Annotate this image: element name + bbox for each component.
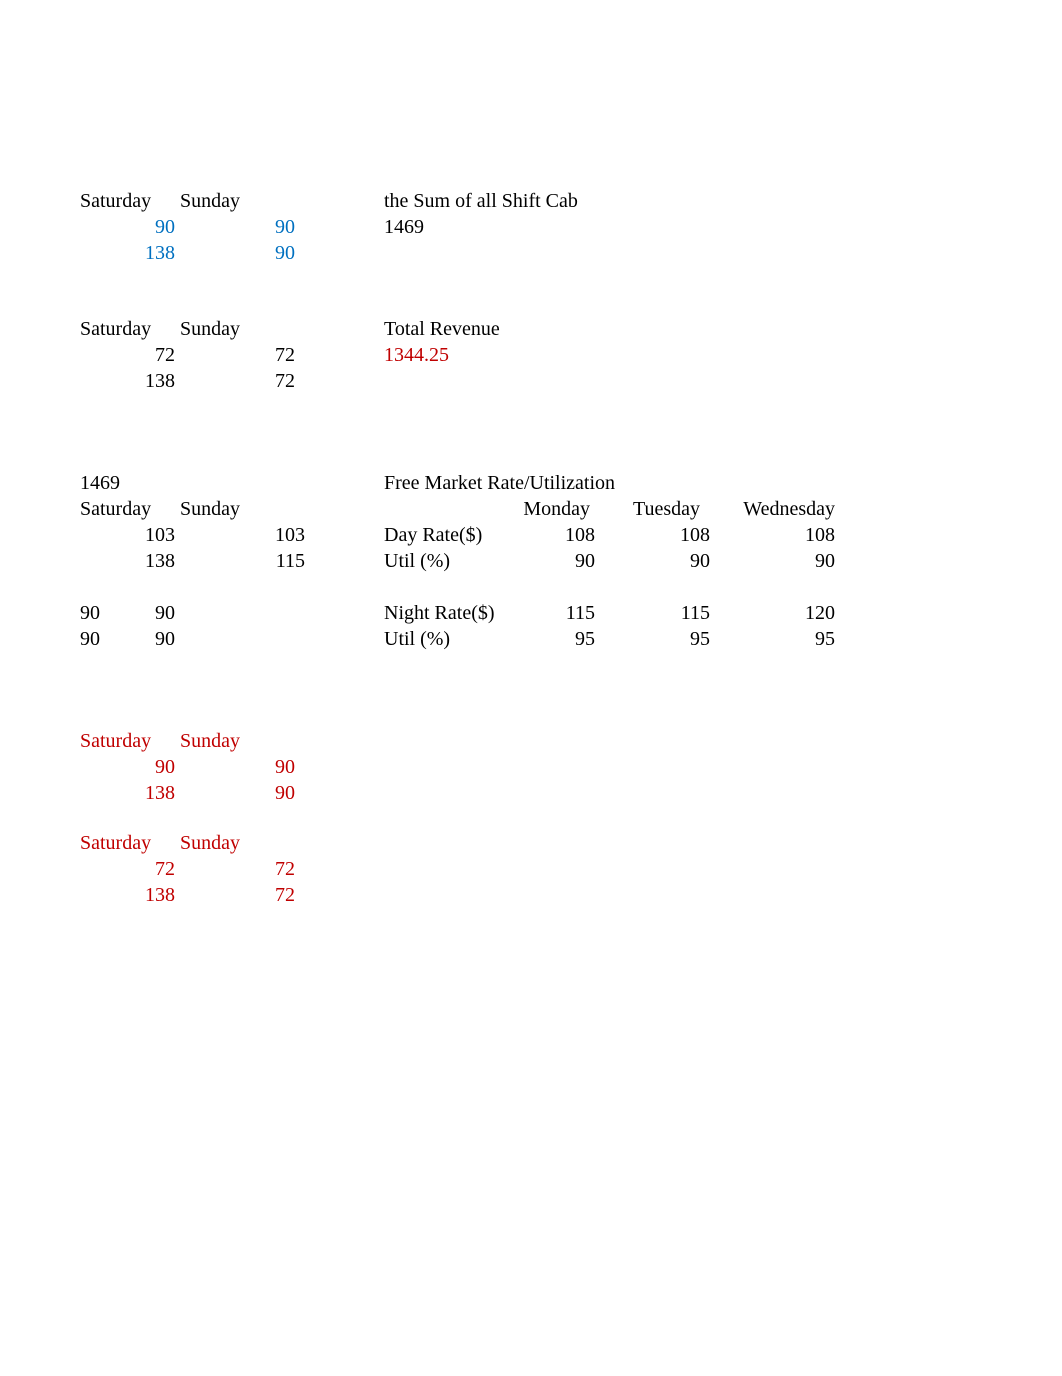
- cell-value: 138: [130, 782, 175, 805]
- cell-value: 90: [540, 550, 595, 573]
- cell-value: 1469: [80, 472, 120, 495]
- cell-value: 90: [780, 550, 835, 573]
- header-saturday: Saturday: [80, 730, 151, 753]
- day-rate-label: Day Rate($): [384, 524, 482, 547]
- cell-value: 90: [80, 602, 100, 625]
- total-revenue-value: 1344.25: [384, 344, 449, 367]
- cell-value: 90: [250, 756, 295, 779]
- cell-value: 115: [250, 550, 305, 573]
- cell-value: 90: [130, 602, 175, 625]
- cell-value: 72: [130, 344, 175, 367]
- cell-value: 90: [250, 782, 295, 805]
- sum-label: the Sum of all Shift Cab: [384, 190, 578, 213]
- cell-value: 90: [80, 628, 100, 651]
- total-revenue-label: Total Revenue: [384, 318, 500, 341]
- util-label: Util (%): [384, 550, 450, 573]
- cell-value: 120: [780, 602, 835, 625]
- header-saturday: Saturday: [80, 832, 151, 855]
- market-title: Free Market Rate/Utilization: [384, 472, 615, 495]
- cell-value: 115: [655, 602, 710, 625]
- header-wednesday: Wednesday: [715, 498, 835, 521]
- header-sunday: Sunday: [180, 730, 240, 753]
- header-saturday: Saturday: [80, 318, 151, 341]
- header-saturday: Saturday: [80, 190, 151, 213]
- cell-value: 72: [250, 370, 295, 393]
- header-sunday: Sunday: [180, 832, 240, 855]
- header-saturday: Saturday: [80, 498, 151, 521]
- cell-value: 138: [130, 884, 175, 907]
- cell-value: 90: [130, 628, 175, 651]
- night-rate-label: Night Rate($): [384, 602, 495, 625]
- cell-value: 72: [250, 344, 295, 367]
- cell-value: 138: [130, 242, 175, 265]
- cell-value: 95: [540, 628, 595, 651]
- cell-value: 108: [540, 524, 595, 547]
- cell-value: 138: [130, 550, 175, 573]
- spreadsheet-page: Saturday Sunday 90 90 138 90 the Sum of …: [0, 0, 1062, 1376]
- cell-value: 95: [655, 628, 710, 651]
- util-label: Util (%): [384, 628, 450, 651]
- cell-value: 115: [540, 602, 595, 625]
- cell-value: 95: [780, 628, 835, 651]
- header-monday: Monday: [490, 498, 590, 521]
- header-sunday: Sunday: [180, 498, 240, 521]
- cell-value: 90: [655, 550, 710, 573]
- cell-value: 90: [250, 216, 295, 239]
- cell-value: 72: [250, 884, 295, 907]
- cell-value: 90: [250, 242, 295, 265]
- cell-value: 138: [130, 370, 175, 393]
- cell-value: 90: [130, 216, 175, 239]
- header-sunday: Sunday: [180, 190, 240, 213]
- cell-value: 90: [130, 756, 175, 779]
- sum-value: 1469: [384, 216, 424, 239]
- cell-value: 108: [780, 524, 835, 547]
- cell-value: 72: [250, 858, 295, 881]
- cell-value: 103: [130, 524, 175, 547]
- cell-value: 108: [655, 524, 710, 547]
- cell-value: 72: [130, 858, 175, 881]
- cell-value: 103: [250, 524, 305, 547]
- header-sunday: Sunday: [180, 318, 240, 341]
- header-tuesday: Tuesday: [600, 498, 700, 521]
